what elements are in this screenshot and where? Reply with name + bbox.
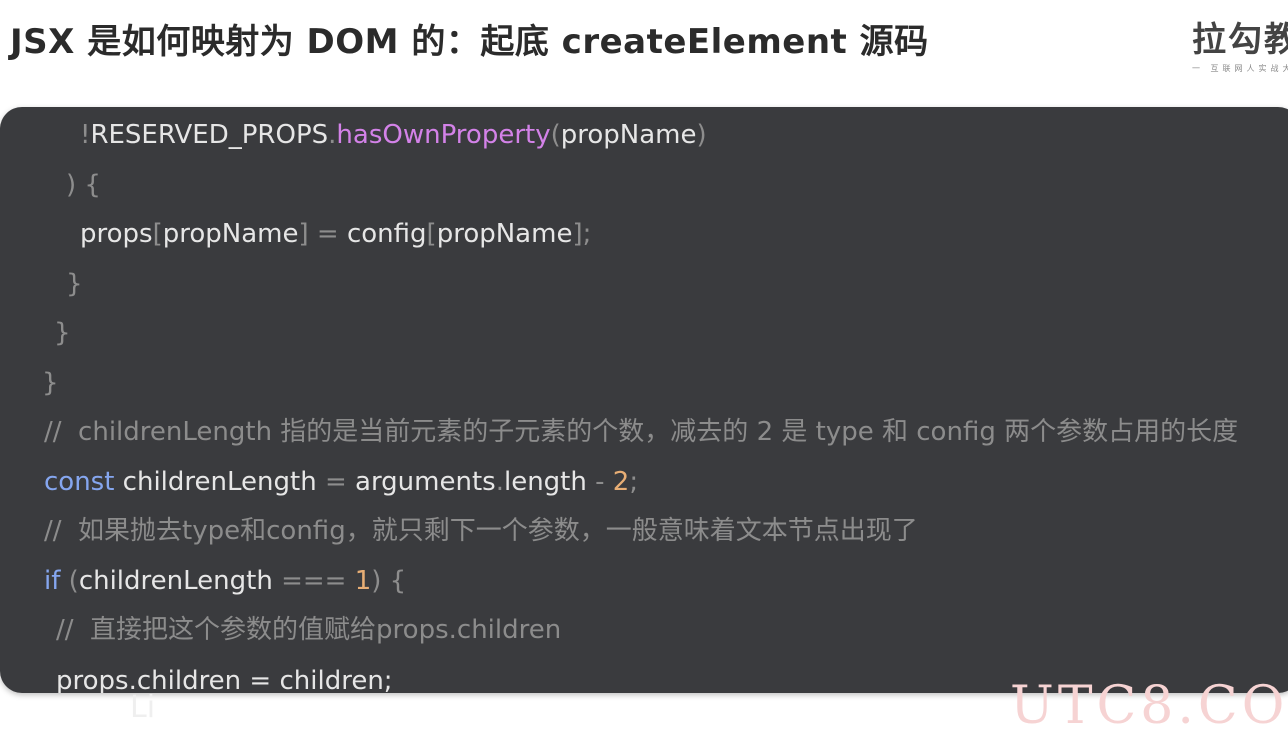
code-token: arguments [355, 467, 496, 497]
code-token: { [76, 170, 101, 200]
code-token: hasOwnProperty [336, 120, 551, 150]
brand-logo: 拉勾教育 一 互联网人实战大学 [1192, 12, 1288, 74]
code-comment: // 直接把这个参数的值赋给props.children [56, 615, 562, 645]
code-token: propName [162, 219, 299, 249]
code-token: [ [426, 219, 437, 249]
code-token: 2 [612, 467, 630, 497]
code-token: propName [560, 120, 697, 150]
code-line: } [66, 269, 83, 299]
code-token: { [381, 566, 407, 596]
code-token: const [44, 467, 115, 497]
code-line: props[propName] = config[propName]; [80, 214, 591, 254]
code-token: RESERVED_PROPS [90, 120, 329, 150]
code-token: props [80, 219, 153, 249]
code-line: !RESERVED_PROPS.hasOwnProperty(propName) [80, 115, 707, 155]
code-token: childrenLength [78, 566, 273, 596]
code-token: ( [550, 120, 561, 150]
code-token: . [495, 467, 504, 497]
code-token: [ [152, 219, 163, 249]
code-line: ) { [66, 165, 101, 205]
code-token: ) [696, 120, 707, 150]
code-line: if (childrenLength === 1) { [44, 561, 406, 601]
code-token: - [586, 467, 613, 497]
code-token: if [44, 566, 61, 596]
code-token: = [316, 467, 356, 497]
code-token: ) [371, 566, 382, 596]
code-token: propName [436, 219, 573, 249]
code-comment: // 如果抛去type和config，就只剩下一个参数，一般意味着文本节点出现了 [44, 516, 918, 546]
code-token: config [346, 219, 427, 249]
code-token: ! [80, 120, 91, 150]
code-token: ; [582, 219, 592, 249]
code-token: length [503, 467, 587, 497]
brand-name: 拉勾教育 [1192, 20, 1288, 60]
code-token: ; [629, 467, 639, 497]
code-line: } [42, 368, 59, 398]
code-token: ] [572, 219, 583, 249]
code-token: ] [298, 219, 309, 249]
code-line: const childrenLength = arguments.length … [44, 462, 638, 502]
code-token: ( [60, 566, 79, 596]
code-token: === [272, 566, 355, 596]
code-token: = [308, 219, 347, 249]
code-token: 1 [354, 566, 372, 596]
code-panel: !RESERVED_PROPS.hasOwnProperty(propName)… [0, 107, 1288, 693]
watermark: UTC8.CO [1010, 676, 1288, 736]
code-token: childrenLength [114, 467, 317, 497]
brand-slogan: 一 互联网人实战大学 [1192, 64, 1288, 73]
watermark: Li [130, 690, 156, 725]
code-comment: // childrenLength 指的是当前元素的子元素的个数，减去的 2 是… [44, 417, 1239, 447]
code-token: ) [66, 170, 77, 200]
code-line: props.children = children; [56, 666, 393, 693]
slide-title: JSX 是如何映射为 DOM 的：起底 createElement 源码 [10, 22, 929, 62]
code-line: } [54, 318, 71, 348]
